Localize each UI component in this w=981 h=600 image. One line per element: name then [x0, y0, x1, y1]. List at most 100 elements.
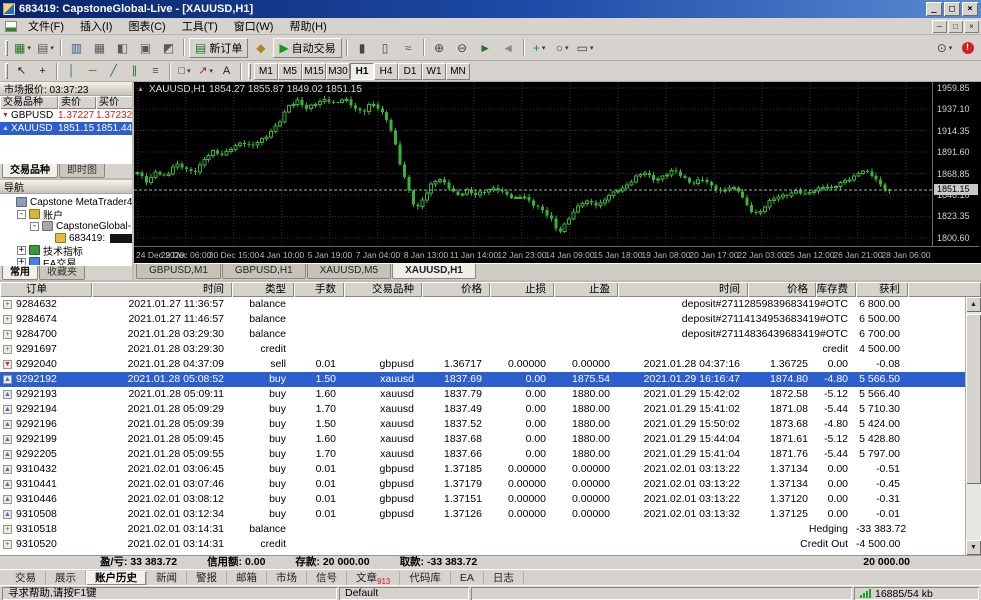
history-row-9310432[interactable]: ▲93104322021.02.01 03:06:45buy0.01gbpusd…	[0, 462, 965, 477]
tree-item-1[interactable]: -账户	[0, 208, 132, 220]
terminal-scrollbar[interactable]: ▲ ▼	[965, 297, 981, 555]
terminal-tab-7[interactable]: 信号	[307, 571, 347, 585]
templates-button[interactable]: ▭▾	[575, 38, 596, 58]
status-connection[interactable]: 16885/54 kb	[854, 587, 979, 600]
child-minimize-button[interactable]: ─	[932, 20, 947, 33]
expand-icon[interactable]: +	[17, 258, 26, 266]
terminal-tab-5[interactable]: 邮箱	[227, 571, 267, 585]
terminal-tab-4[interactable]: 警报	[187, 571, 227, 585]
menu-item-3[interactable]: 工具(T)	[174, 20, 226, 34]
history-column-7[interactable]: 止盈	[554, 282, 618, 297]
chart-tab-xauusd-h1[interactable]: XAUUSD,H1	[392, 264, 476, 279]
history-row-9310441[interactable]: ▲93104412021.02.01 03:07:46buy0.01gbpusd…	[0, 477, 965, 492]
timeframe-m30-button[interactable]: M30	[326, 63, 350, 80]
timeframe-m5-button[interactable]: M5	[278, 63, 302, 80]
one-click-trading-toggle[interactable]: ▲	[137, 86, 144, 93]
chart-shift-button[interactable]: ◄	[498, 38, 519, 58]
history-column-5[interactable]: 价格	[422, 282, 490, 297]
market-watch-row-gbpusd[interactable]: ▼GBPUSD1.372271.37232	[0, 109, 132, 122]
scroll-down-icon[interactable]: ▼	[966, 540, 981, 555]
history-row-9284632[interactable]: +92846322021.01.27 11:36:57balancedeposi…	[0, 297, 965, 312]
history-row-9310518[interactable]: +93105182021.02.01 03:14:31balanceHedgin…	[0, 522, 965, 537]
terminal-tab-6[interactable]: 市场	[267, 571, 307, 585]
history-column-6[interactable]: 止损	[490, 282, 554, 297]
terminal-toggle-button[interactable]: ▣	[135, 38, 156, 58]
fibonacci-button[interactable]: ≡	[146, 63, 165, 80]
scrollbar-track[interactable]	[966, 312, 981, 540]
timeframe-h4-button[interactable]: H4	[374, 63, 398, 80]
expand-icon[interactable]: +	[17, 246, 26, 255]
vertical-line-button[interactable]: │	[62, 63, 81, 80]
child-restore-button[interactable]: □	[948, 20, 963, 33]
terminal-tab-8[interactable]: 文章913	[347, 571, 400, 585]
autotrading-button[interactable]: ▶自动交易	[273, 38, 341, 58]
history-column-10[interactable]: 库存费	[816, 282, 856, 297]
terminal-tab-11[interactable]: 日志	[484, 571, 524, 585]
chart-time-axis[interactable]: 24 Dec 202029 Dec 06:0030 Dec 15:004 Jan…	[134, 246, 979, 263]
terminal-tab-9[interactable]: 代码库	[400, 571, 451, 585]
status-profile[interactable]: Default	[339, 587, 469, 600]
shapes-button[interactable]: □▾	[175, 63, 194, 80]
zoom-in-button[interactable]: ⊕	[429, 38, 450, 58]
terminal-tab-1[interactable]: 展示	[46, 571, 86, 585]
chart-candles-button[interactable]: ▯	[375, 38, 396, 58]
search-button[interactable]: ⊙▾	[934, 38, 955, 58]
menu-item-5[interactable]: 帮助(H)	[281, 20, 334, 34]
timeframe-d1-button[interactable]: D1	[398, 63, 422, 80]
data-window-button[interactable]: ▦	[89, 38, 110, 58]
history-row-9310520[interactable]: +93105202021.02.01 03:14:31creditCredit …	[0, 537, 965, 552]
timeframe-m15-button[interactable]: M15	[302, 63, 326, 80]
text-label-button[interactable]: A	[217, 63, 236, 80]
trendline-button[interactable]: ╱	[104, 63, 123, 80]
history-column-1[interactable]: 时间	[92, 282, 232, 297]
chart-tab-gbpusd-m1[interactable]: GBPUSD,M1	[136, 264, 221, 279]
history-column-3[interactable]: 手数	[294, 282, 344, 297]
history-row-9292205[interactable]: ▲92922052021.01.28 05:09:55buy1.70xauusd…	[0, 447, 965, 462]
close-button[interactable]: ×	[962, 2, 978, 16]
timeframe-mn-button[interactable]: MN	[446, 63, 470, 80]
market-watch-tab-1[interactable]: 即时图	[59, 164, 105, 178]
navigator-tab-1[interactable]: 收藏夹	[39, 266, 85, 280]
timeframe-w1-button[interactable]: W1	[422, 63, 446, 80]
child-close-button[interactable]: ×	[964, 20, 979, 33]
chart-tab-gbpusd-h1[interactable]: GBPUSD,H1	[222, 264, 306, 279]
market-watch-column-1[interactable]: 卖价	[58, 96, 96, 109]
market-watch-column-2[interactable]: 买价	[96, 96, 132, 109]
terminal-tab-10[interactable]: EA	[451, 571, 484, 585]
market-watch-button[interactable]: ▥	[66, 38, 87, 58]
toolbar-grip[interactable]	[248, 63, 251, 79]
terminal-tab-0[interactable]: 交易	[6, 571, 46, 585]
history-row-9292193[interactable]: ▲92921932021.01.28 05:09:11buy1.60xauusd…	[0, 387, 965, 402]
chart-tab-xauusd-m5[interactable]: XAUUSD,M5	[307, 264, 391, 279]
profiles-button[interactable]: ▤▾	[35, 38, 56, 58]
market-watch-column-0[interactable]: 交易品种	[0, 96, 58, 109]
auto-scroll-button[interactable]: ►	[475, 38, 496, 58]
chart-line-button[interactable]: ≈	[398, 38, 419, 58]
market-watch-tab-0[interactable]: 交易品种	[2, 164, 58, 178]
history-column-8[interactable]: 时间	[618, 282, 748, 297]
chart-area[interactable]: ▲ XAUUSD,H1 1854.27 1855.87 1849.02 1851…	[134, 82, 981, 263]
timeframe-h1-button[interactable]: H1	[350, 63, 374, 80]
tree-item-5[interactable]: +EA交易	[0, 256, 132, 265]
history-row-9284700[interactable]: +92847002021.01.28 03:29:30balancedeposi…	[0, 327, 965, 342]
zoom-out-button[interactable]: ⊖	[452, 38, 473, 58]
history-row-9292040[interactable]: ▼92920402021.01.28 04:37:09sell0.01gbpus…	[0, 357, 965, 372]
history-column-4[interactable]: 交易品种	[344, 282, 422, 297]
channel-button[interactable]: ∥	[125, 63, 144, 80]
chart-bars-button[interactable]: ▮	[352, 38, 373, 58]
metaeditor-button[interactable]: ◆	[250, 38, 271, 58]
tree-item-2[interactable]: -CapstoneGlobal-1	[0, 220, 132, 232]
history-row-9292192[interactable]: ▲92921922021.01.28 05:08:52buy1.50xauusd…	[0, 372, 965, 387]
periods-button[interactable]: ○▾	[552, 38, 573, 58]
market-watch-title[interactable]: 市场报价: 03:37:23	[0, 82, 132, 96]
tree-item-0[interactable]: Capstone MetaTrader4	[0, 196, 132, 208]
history-column-9[interactable]: 价格	[748, 282, 816, 297]
collapse-icon[interactable]: -	[17, 210, 26, 219]
menu-item-2[interactable]: 图表(C)	[120, 20, 173, 34]
history-row-9284674[interactable]: +92846742021.01.27 11:46:57balancedeposi…	[0, 312, 965, 327]
title-bar[interactable]: 683419: CapstoneGlobal-Live - [XAUUSD,H1…	[0, 0, 981, 18]
scroll-up-icon[interactable]: ▲	[966, 297, 981, 312]
scrollbar-thumb[interactable]	[966, 314, 981, 484]
history-column-2[interactable]: 类型	[232, 282, 294, 297]
cursor-button[interactable]: ↖	[12, 63, 31, 80]
